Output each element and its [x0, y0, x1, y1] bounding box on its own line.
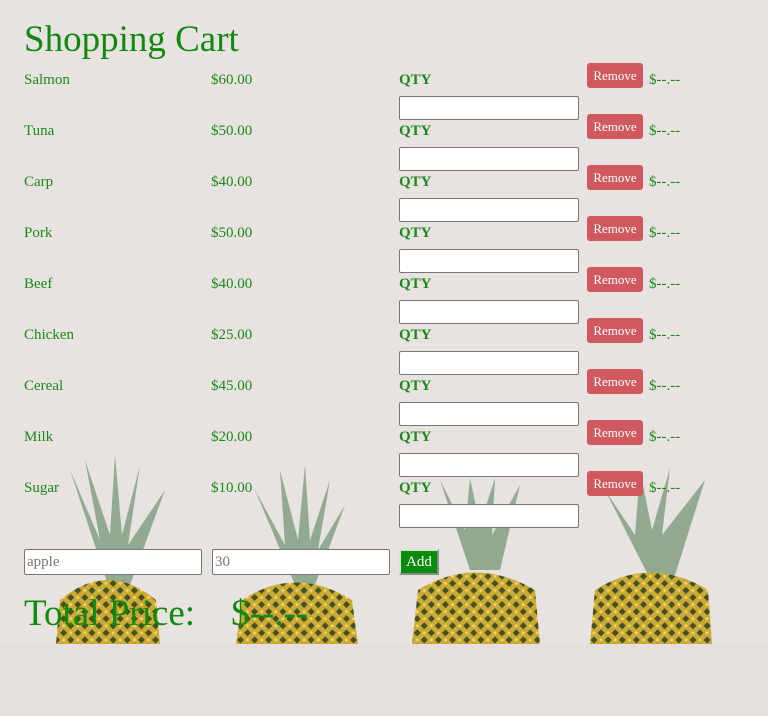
item-name: Milk — [24, 429, 54, 445]
cart-item-row: Chicken $25.00 QTY Remove $--.-- — [0, 318, 768, 378]
qty-input[interactable] — [399, 249, 579, 273]
item-subtotal: $--.-- — [649, 276, 681, 292]
cart-item-row: Milk $20.00 QTY Remove $--.-- — [0, 420, 768, 480]
qty-label: QTY — [399, 276, 432, 292]
cart-item-row: Cereal $45.00 QTY Remove $--.-- — [0, 369, 768, 429]
cart-item-row: Carp $40.00 QTY Remove $--.-- — [0, 165, 768, 225]
remove-button[interactable]: Remove — [587, 471, 643, 496]
qty-label: QTY — [399, 72, 432, 88]
item-price: $20.00 — [211, 429, 253, 445]
item-subtotal: $--.-- — [649, 429, 681, 445]
item-name: Cereal — [24, 378, 64, 394]
item-price: $25.00 — [211, 327, 253, 343]
cart-item-row: Pork $50.00 QTY Remove $--.-- — [0, 216, 768, 276]
item-subtotal: $--.-- — [649, 72, 681, 88]
item-name: Beef — [24, 276, 53, 292]
cart-item-row: Beef $40.00 QTY Remove $--.-- — [0, 267, 768, 327]
item-price: $50.00 — [211, 225, 253, 241]
remove-button[interactable]: Remove — [587, 63, 643, 88]
qty-input[interactable] — [399, 147, 579, 171]
qty-input[interactable] — [399, 198, 579, 222]
total-price-label: Total Price: — [24, 593, 196, 634]
remove-button[interactable]: Remove — [587, 420, 643, 445]
qty-input[interactable] — [399, 504, 579, 528]
remove-button[interactable]: Remove — [587, 216, 643, 241]
item-subtotal: $--.-- — [649, 327, 681, 343]
item-price: $45.00 — [211, 378, 253, 394]
item-name: Carp — [24, 174, 54, 190]
cart-item-row: Tuna $50.00 QTY Remove $--.-- — [0, 114, 768, 174]
qty-label: QTY — [399, 480, 432, 496]
item-subtotal: $--.-- — [649, 225, 681, 241]
qty-input[interactable] — [399, 453, 579, 477]
cart-item-row: Salmon $60.00 QTY Remove $--.-- — [0, 63, 768, 123]
qty-label: QTY — [399, 225, 432, 241]
item-subtotal: $--.-- — [649, 123, 681, 139]
item-name: Chicken — [24, 327, 74, 343]
item-name: Sugar — [24, 480, 59, 496]
page-title: Shopping Cart — [24, 19, 239, 60]
add-item-form: Add — [0, 549, 768, 577]
item-price: $10.00 — [211, 480, 253, 496]
remove-button[interactable]: Remove — [587, 267, 643, 292]
item-subtotal: $--.-- — [649, 174, 681, 190]
qty-input[interactable] — [399, 96, 579, 120]
item-name: Pork — [24, 225, 53, 241]
qty-label: QTY — [399, 327, 432, 343]
qty-input[interactable] — [399, 351, 579, 375]
item-price: $60.00 — [211, 72, 253, 88]
qty-label: QTY — [399, 429, 432, 445]
item-subtotal: $--.-- — [649, 480, 681, 496]
item-name: Tuna — [24, 123, 55, 139]
qty-label: QTY — [399, 123, 432, 139]
total-price-value: $--.-- — [231, 593, 309, 634]
qty-label: QTY — [399, 174, 432, 190]
remove-button[interactable]: Remove — [587, 369, 643, 394]
qty-label: QTY — [399, 378, 432, 394]
remove-button[interactable]: Remove — [587, 114, 643, 139]
item-subtotal: $--.-- — [649, 378, 681, 394]
remove-button[interactable]: Remove — [587, 165, 643, 190]
new-item-name-input[interactable] — [24, 549, 202, 575]
add-button[interactable]: Add — [399, 549, 439, 575]
qty-input[interactable] — [399, 402, 579, 426]
remove-button[interactable]: Remove — [587, 318, 643, 343]
total-price: Total Price: $--.-- — [24, 592, 344, 635]
new-item-price-input[interactable] — [212, 549, 390, 575]
qty-input[interactable] — [399, 300, 579, 324]
cart-item-row: Sugar $10.00 QTY Remove $--.-- — [0, 471, 768, 531]
item-price: $40.00 — [211, 276, 253, 292]
item-price: $40.00 — [211, 174, 253, 190]
item-price: $50.00 — [211, 123, 253, 139]
item-name: Salmon — [24, 72, 70, 88]
